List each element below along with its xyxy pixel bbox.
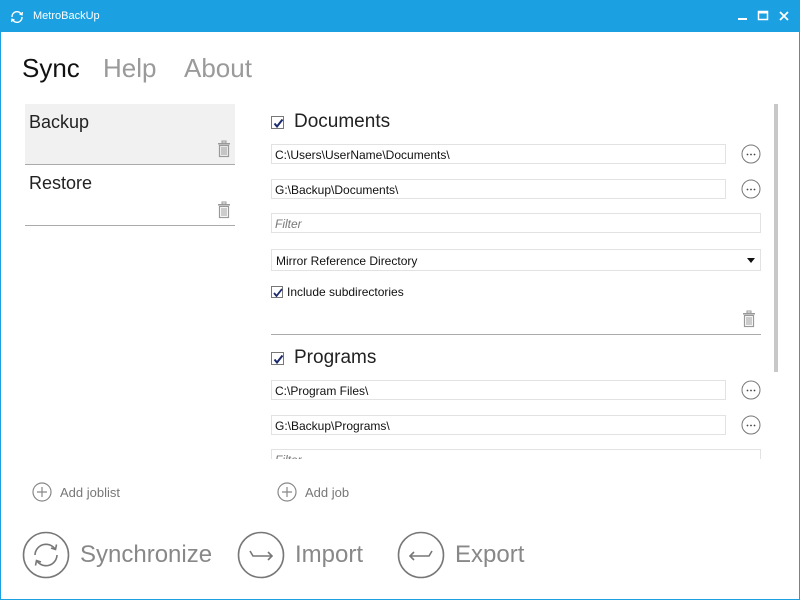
tab-help[interactable]: Help [103, 53, 156, 84]
minimize-button[interactable] [734, 7, 752, 25]
trash-icon[interactable] [217, 201, 231, 219]
filter-field[interactable]: Filter [271, 213, 761, 233]
job-divider [271, 334, 761, 335]
synchronize-button[interactable]: Synchronize [22, 531, 212, 579]
export-icon [397, 531, 445, 579]
trash-icon[interactable] [742, 310, 756, 328]
joblist-item-restore[interactable]: Restore [25, 165, 235, 226]
jobs-scrollbar[interactable] [774, 104, 778, 372]
include-subdirectories-option[interactable]: Include subdirectories [271, 285, 404, 299]
joblist-item-backup[interactable]: Backup [25, 104, 235, 165]
add-job-label: Add job [305, 484, 350, 500]
export-label: Export [455, 541, 525, 568]
ellipsis-icon[interactable] [741, 179, 761, 199]
maximize-button[interactable] [754, 7, 772, 25]
ellipsis-icon[interactable] [741, 144, 761, 164]
close-button[interactable] [775, 7, 793, 25]
include-subdirectories-label: Include subdirectories [287, 285, 404, 299]
source-path-field[interactable]: C:\Program Files\ [271, 380, 726, 400]
add-joblist-button[interactable]: Add joblist [32, 482, 120, 502]
sync-mode-value: Mirror Reference Directory [276, 254, 418, 268]
tab-about[interactable]: About [184, 53, 252, 84]
job-title: Programs [294, 347, 377, 368]
job-enabled-checkbox[interactable] [271, 115, 284, 129]
title-bar[interactable]: MetroBackUp [1, 1, 799, 32]
job-header-programs: Programs [271, 347, 376, 369]
export-button[interactable]: Export [397, 531, 524, 579]
window-title: MetroBackUp [33, 10, 100, 22]
destination-path-field[interactable]: G:\Backup\Programs\ [271, 415, 726, 435]
joblist-label: Backup [29, 112, 90, 132]
sync-icon [22, 531, 70, 579]
source-path-field[interactable]: C:\Users\UserName\Documents\ [271, 144, 726, 164]
plus-circle-icon [32, 482, 52, 502]
job-enabled-checkbox[interactable] [271, 351, 284, 365]
add-joblist-label: Add joblist [60, 484, 120, 500]
plus-circle-icon [277, 482, 297, 502]
jobs-scroll-area[interactable]: Documents C:\Users\UserName\Documents\ G… [263, 101, 773, 459]
sync-mode-select[interactable]: Mirror Reference Directory [271, 249, 761, 271]
filter-field[interactable]: Filter [271, 449, 761, 459]
synchronize-label: Synchronize [80, 541, 213, 568]
joblist-label: Restore [29, 173, 93, 193]
import-icon [237, 531, 285, 579]
include-subdirectories-checkbox[interactable] [271, 286, 283, 298]
job-title: Documents [294, 111, 391, 132]
ellipsis-icon[interactable] [741, 415, 761, 435]
import-button[interactable]: Import [237, 531, 363, 579]
app-window: MetroBackUp Sync Help About Backup Resto… [0, 0, 800, 600]
ellipsis-icon[interactable] [741, 380, 761, 400]
sync-icon [9, 9, 25, 25]
chevron-down-icon [747, 258, 755, 263]
trash-icon[interactable] [217, 140, 231, 158]
destination-path-field[interactable]: G:\Backup\Documents\ [271, 179, 726, 199]
tab-sync[interactable]: Sync [22, 53, 80, 84]
job-header-documents: Documents [271, 111, 390, 133]
import-label: Import [295, 541, 364, 568]
add-job-button[interactable]: Add job [277, 482, 349, 502]
